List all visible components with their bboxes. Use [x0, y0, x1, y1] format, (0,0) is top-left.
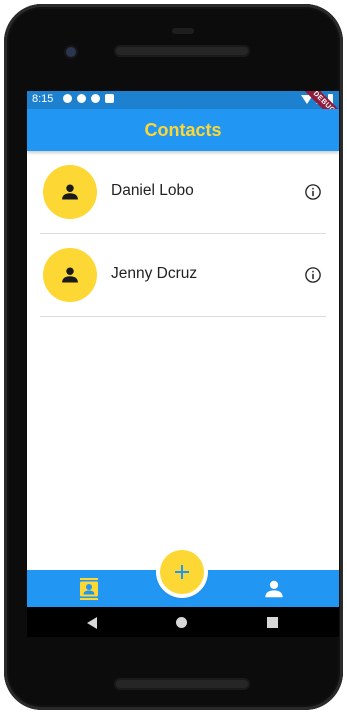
settings-notification-icon — [63, 94, 72, 103]
back-icon[interactable] — [87, 617, 97, 629]
proximity-sensor — [172, 28, 194, 34]
status-time: 8:15 — [32, 93, 54, 105]
page-title: Contacts — [144, 119, 222, 140]
screen: 8:15 DEBUG Contacts Daniel Lobo Jenny Dc… — [27, 91, 339, 637]
contact-name: Jenny Dcruz — [111, 265, 198, 282]
shield-notification-icon — [77, 94, 86, 103]
recents-icon[interactable] — [267, 617, 278, 628]
bottom-speaker — [116, 680, 248, 688]
phone-frame: 8:15 DEBUG Contacts Daniel Lobo Jenny Dc… — [4, 4, 343, 710]
list-item[interactable]: Daniel Lobo — [27, 151, 339, 234]
contacts-icon[interactable] — [77, 577, 101, 601]
app-bar: Contacts — [27, 109, 339, 151]
earpiece-speaker — [116, 47, 248, 55]
home-icon[interactable] — [176, 617, 187, 628]
avatar — [43, 248, 97, 302]
person-icon — [62, 267, 78, 283]
sync-notification-icon — [91, 94, 100, 103]
add-contact-button[interactable] — [160, 550, 204, 594]
divider — [40, 316, 326, 317]
avatar — [43, 165, 97, 219]
plus-icon — [175, 565, 189, 579]
front-camera — [66, 47, 76, 57]
notification-icons — [63, 94, 114, 103]
contact-name: Daniel Lobo — [111, 182, 194, 199]
info-icon[interactable] — [304, 183, 322, 201]
info-icon[interactable] — [304, 266, 322, 284]
list-item[interactable]: Jenny Dcruz — [27, 234, 339, 317]
profile-icon[interactable] — [263, 578, 285, 600]
contact-list: Daniel Lobo Jenny Dcruz — [27, 151, 339, 317]
status-bar: 8:15 DEBUG — [27, 91, 339, 133]
sd-card-notification-icon — [105, 94, 114, 103]
system-navigation-bar — [27, 607, 339, 637]
person-icon — [62, 184, 78, 200]
